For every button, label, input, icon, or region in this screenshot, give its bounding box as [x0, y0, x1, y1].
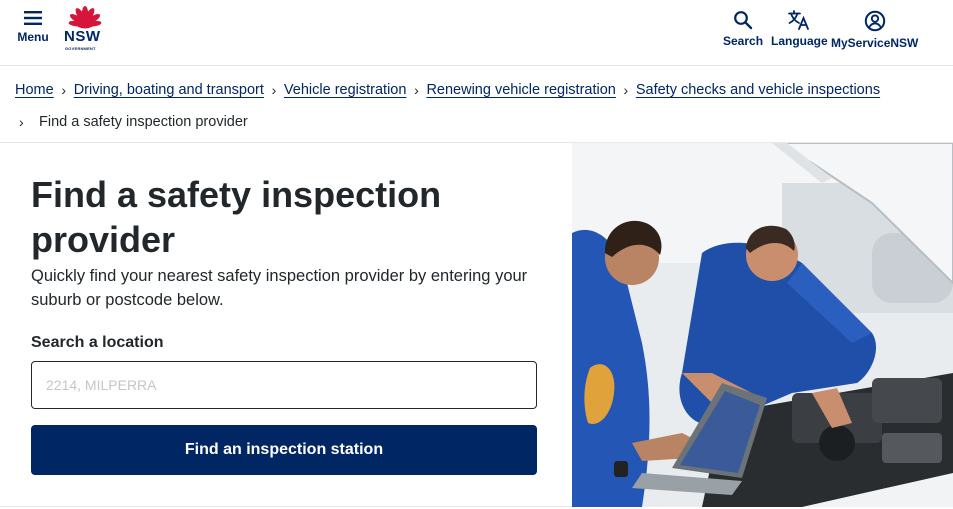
site-header: Menu NSW GOVERNMENT Search Language MySe… [0, 0, 953, 66]
hamburger-icon [24, 11, 42, 25]
breadcrumb-safety-checks[interactable]: Safety checks and vehicle inspections [636, 82, 880, 98]
nsw-logo[interactable]: NSW GOVERNMENT [62, 5, 108, 57]
logo-text: NSW [64, 28, 101, 45]
chevron-right-icon: › [414, 82, 419, 98]
user-circle-icon [864, 10, 885, 32]
translate-icon [788, 10, 810, 30]
search-label: Search [723, 34, 764, 48]
hero-image-mechanics [572, 143, 953, 507]
chevron-right-icon: › [271, 82, 277, 98]
search-icon [734, 11, 753, 30]
search-location-label: Search a location [31, 334, 164, 351]
account-button[interactable]: MyServiceNSW [831, 10, 918, 50]
breadcrumb-renewing-registration[interactable]: Renewing vehicle registration [426, 82, 615, 98]
account-label: MyServiceNSW [831, 36, 919, 50]
chevron-right-icon: › [61, 82, 67, 98]
language-label: Language [771, 34, 828, 48]
language-button[interactable]: Language [771, 10, 828, 48]
menu-button[interactable]: Menu [16, 10, 50, 44]
breadcrumb-driving-boating-transport[interactable]: Driving, boating and transport [74, 82, 264, 98]
search-button[interactable]: Search [723, 10, 763, 48]
content-bottom-border [0, 506, 572, 507]
intro-text: Quickly find your nearest safety inspect… [31, 267, 528, 309]
breadcrumb-current: Find a safety inspection provider [39, 114, 248, 130]
breadcrumb-vehicle-registration[interactable]: Vehicle registration [284, 82, 407, 98]
chevron-right-icon: › [19, 114, 24, 130]
breadcrumb: Home › Driving, boating and transport › … [15, 80, 935, 132]
location-search-input[interactable] [31, 361, 537, 409]
page-title: Find a safety inspection provider [31, 174, 442, 260]
menu-label: Menu [17, 30, 49, 44]
breadcrumb-home[interactable]: Home [15, 82, 54, 98]
find-inspection-station-button[interactable]: Find an inspection station [31, 425, 537, 475]
logo-subtext: GOVERNMENT [65, 46, 96, 51]
chevron-right-icon: › [623, 82, 629, 98]
